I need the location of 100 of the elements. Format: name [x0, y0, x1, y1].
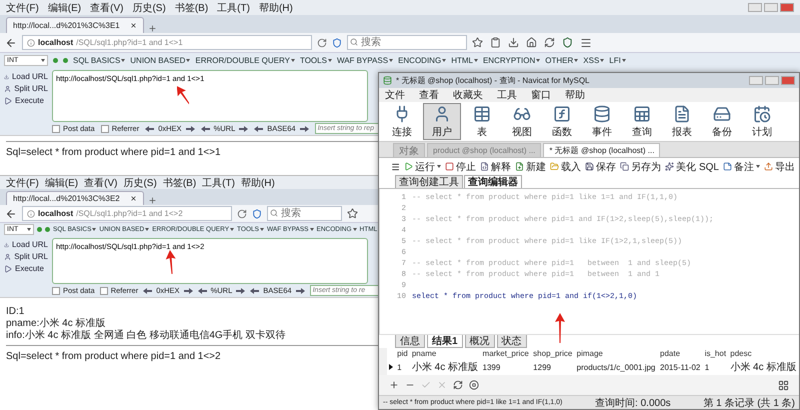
shield-icon[interactable] — [252, 208, 262, 218]
hackbar-menu[interactable]: UNION BASED — [130, 56, 190, 65]
close-icon[interactable] — [130, 195, 137, 202]
shield-icon[interactable] — [562, 37, 573, 48]
menu-item[interactable]: 查看(V) — [90, 0, 124, 14]
toolbar-action[interactable]: 美化 SQL — [665, 160, 719, 174]
grid-view-icon[interactable] — [778, 380, 789, 390]
new-tab-icon[interactable] — [148, 24, 157, 33]
hackbar-menu[interactable]: ENCODING — [398, 56, 446, 65]
menu-item[interactable]: 工具 — [497, 88, 517, 102]
menu-item[interactable]: 工具(T) — [202, 176, 235, 190]
star-icon[interactable] — [347, 208, 358, 219]
dot-icon[interactable] — [63, 58, 68, 63]
toolbar-button[interactable]: 表 — [463, 103, 501, 140]
action-link[interactable]: Split URL — [14, 252, 48, 261]
menu-item[interactable]: 书签(B) — [162, 176, 196, 190]
dot-icon[interactable] — [53, 58, 58, 63]
column-header[interactable]: pname — [410, 348, 481, 359]
toolbar-action[interactable]: 备注 — [723, 160, 760, 174]
result-tab[interactable]: 信息 — [395, 335, 425, 348]
menu-item[interactable]: 帮助 — [565, 88, 585, 102]
editor-tab[interactable]: 查询创建工具 — [395, 175, 463, 188]
menu-icon[interactable] — [580, 36, 592, 48]
action-link[interactable]: Split URL — [14, 84, 48, 93]
column-header[interactable]: is_hot — [702, 348, 728, 359]
address-field[interactable]: localhost /SQL/sql1.php?id=1 and 1<>2 — [22, 206, 232, 221]
add-icon[interactable] — [389, 380, 399, 390]
search-field[interactable]: 搜索 — [267, 206, 342, 221]
hackbar-menu[interactable]: ENCRYPTION — [482, 56, 540, 65]
action-link[interactable]: Execute — [15, 264, 44, 273]
toolbar-action[interactable]: 新建 — [515, 160, 546, 174]
menu-item[interactable]: 书签(B) — [174, 0, 208, 14]
menu-item[interactable]: 编辑(E) — [44, 176, 78, 190]
hackbar-menu[interactable]: ERROR/DOUBLE QUERY — [195, 56, 295, 65]
dot-icon[interactable] — [45, 227, 50, 232]
refresh-icon[interactable] — [453, 380, 463, 390]
search-field[interactable]: 搜索 — [347, 35, 467, 50]
hackbar-menu[interactable]: LFI — [609, 56, 626, 65]
toolbar-action[interactable]: 导出 — [764, 160, 795, 174]
menu-item[interactable]: 历史(S) — [123, 176, 157, 190]
action-link[interactable]: Execute — [15, 96, 44, 105]
browser-tab[interactable]: http://local...d%201%3C%3E1 — [6, 17, 144, 33]
close-icon[interactable] — [130, 22, 137, 29]
menu-item[interactable]: 帮助(H) — [240, 176, 275, 190]
reload-icon[interactable] — [237, 208, 247, 218]
toolbar-action[interactable]: 载入 — [550, 160, 582, 174]
result-tab[interactable]: 概况 — [464, 335, 495, 348]
toolbar-button[interactable]: 用户 — [423, 103, 461, 140]
checkbox[interactable] — [52, 124, 60, 132]
checkbox[interactable] — [52, 286, 60, 294]
toolbar-action[interactable]: 另存为 — [620, 160, 662, 174]
menu-icon[interactable] — [391, 162, 400, 172]
download-icon[interactable] — [508, 37, 519, 48]
checkbox[interactable] — [100, 124, 109, 132]
toolbar-button[interactable]: 函数 — [543, 103, 581, 140]
hackbar-menu[interactable]: TOOLS — [300, 56, 332, 65]
sync-icon[interactable] — [544, 37, 555, 48]
checkbox[interactable] — [100, 286, 108, 294]
toolbar-button[interactable]: 事件 — [583, 103, 621, 140]
shield-icon[interactable] — [332, 38, 342, 48]
column-header[interactable]: pimage — [574, 348, 658, 359]
action-link[interactable]: Load URL — [12, 72, 48, 81]
back-icon[interactable] — [5, 36, 17, 48]
toolbar-action[interactable]: 保存 — [585, 160, 616, 174]
menu-item[interactable]: 帮助(H) — [258, 0, 293, 14]
address-field[interactable]: localhost /SQL/sql1.php?id=1 and 1<>1 — [22, 35, 312, 50]
hackbar-menu[interactable]: WAF BYPASS — [336, 56, 394, 65]
toolbar-action[interactable]: 停止 — [445, 160, 476, 174]
hackbar-menu[interactable]: HTML — [451, 56, 478, 65]
action-link[interactable]: Load URL — [12, 240, 48, 249]
star-icon[interactable] — [472, 37, 483, 48]
dot-icon[interactable] — [37, 227, 42, 232]
toolbar-button[interactable]: 计划 — [743, 103, 781, 140]
clipboard-icon[interactable] — [490, 37, 501, 48]
reload-icon[interactable] — [317, 38, 327, 48]
hackbar-menu[interactable]: OTHER — [545, 56, 578, 65]
toolbar-button[interactable]: 备份 — [703, 103, 741, 140]
document-tab[interactable]: * 无标题 @shop (localhost) ... — [543, 143, 660, 157]
menu-item[interactable]: 窗口 — [531, 88, 551, 102]
toolbar-button[interactable]: 视图 — [503, 103, 541, 140]
home-icon[interactable] — [526, 37, 537, 48]
column-header[interactable]: pdesc — [728, 348, 799, 359]
menu-item[interactable]: 编辑(E) — [48, 0, 82, 14]
toolbar-button[interactable]: 连接 — [383, 103, 421, 140]
menu-item[interactable]: 查看 — [419, 88, 439, 102]
toolbar-action[interactable]: 运行 — [404, 160, 442, 174]
result-tab[interactable]: 状态 — [496, 335, 527, 348]
menu-item[interactable]: 查看(V) — [84, 176, 118, 190]
menu-item[interactable]: 工具(T) — [217, 0, 250, 14]
menu-item[interactable]: 历史(S) — [132, 0, 166, 14]
menu-item[interactable]: 文件(F) — [6, 176, 39, 190]
hackbar-menu[interactable]: SQL BASICS — [73, 56, 126, 65]
toolbar-button[interactable]: 报表 — [663, 103, 701, 140]
back-icon[interactable] — [5, 208, 17, 220]
menu-item[interactable]: 文件(F) — [6, 0, 39, 14]
column-header[interactable]: pid — [395, 348, 410, 359]
browser-tab[interactable]: http://local...d%201%3C%3E2 — [6, 191, 144, 205]
new-tab-icon[interactable] — [148, 196, 157, 205]
toolbar-action[interactable]: 解释 — [480, 160, 512, 174]
result-tab[interactable]: 结果1 — [427, 335, 463, 348]
